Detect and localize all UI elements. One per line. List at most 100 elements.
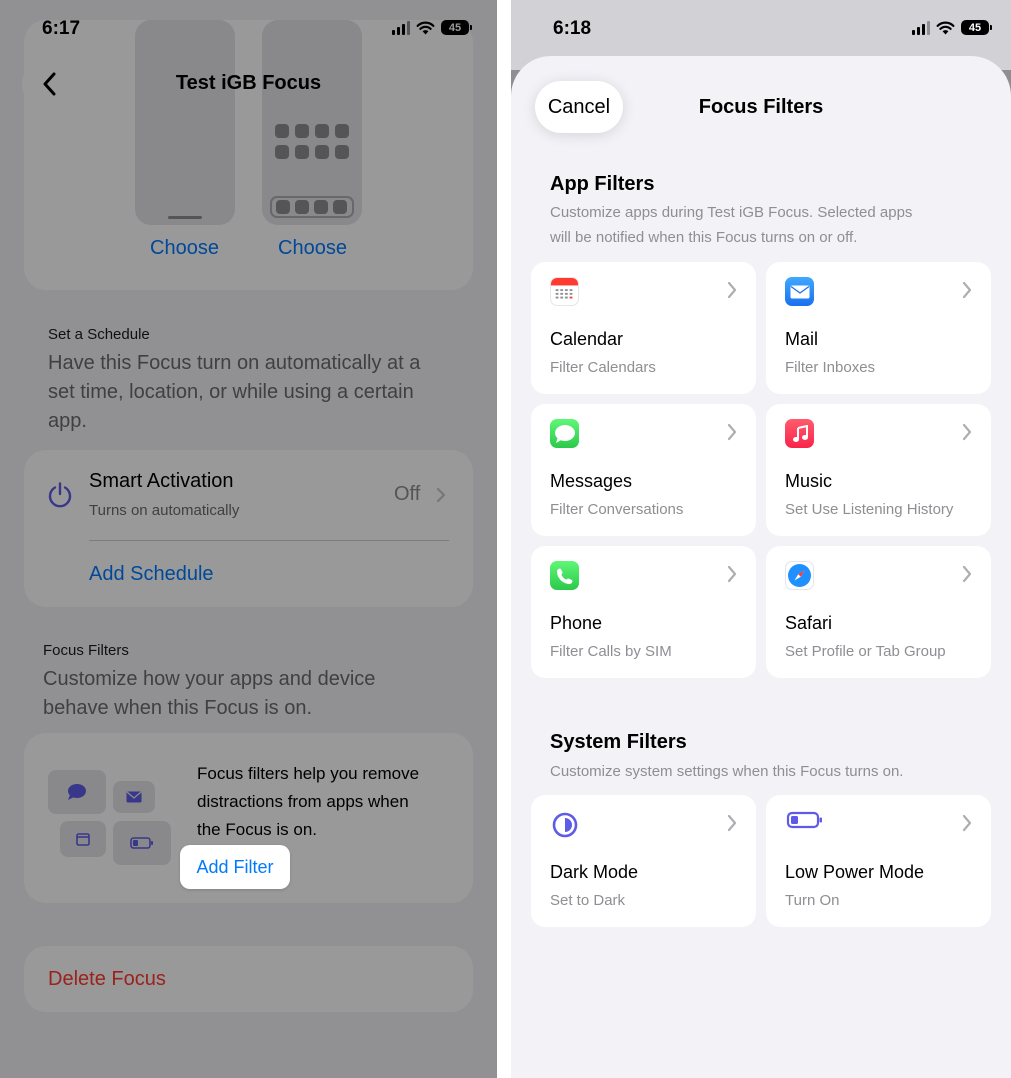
smart-activation-subtitle: Turns on automatically (89, 502, 240, 519)
chevron-right-icon (727, 814, 737, 832)
system-filters-heading: System Filters (550, 731, 687, 753)
tile-title: Safari (785, 613, 833, 633)
messages-filter-tile[interactable]: Messages Filter Conversations (531, 404, 756, 536)
add-filter-button[interactable]: Add Filter (180, 845, 290, 889)
tile-title: Low Power Mode (785, 862, 925, 882)
tile-title: Mail (785, 329, 819, 349)
tile-subtitle: Filter Calendars (550, 359, 656, 376)
focus-filters-screen: 6:18 45 Cancel Focus Filters App Filters (511, 0, 1011, 1078)
cellular-signal-icon (392, 20, 410, 35)
tile-title: Messages (550, 471, 633, 491)
status-time: 6:18 (553, 18, 592, 39)
chevron-right-icon (727, 281, 737, 299)
grid-app-icon (315, 145, 329, 159)
wifi-icon (936, 21, 955, 34)
grid-app-icon (275, 145, 289, 159)
chevron-right-icon (727, 423, 737, 441)
safari-icon (785, 561, 814, 590)
messages-mini-tile (48, 770, 106, 814)
focus-settings-screen: Choose Choose 6:17 45 Test iGB Focus Set… (0, 0, 497, 1078)
app-filters-heading: App Filters (550, 173, 655, 195)
status-bar: 6:17 45 (0, 0, 497, 56)
tile-subtitle: Turn On (785, 892, 840, 909)
battery-icon (785, 805, 825, 834)
grid-app-icon (335, 124, 349, 138)
mail-filter-tile[interactable]: Mail Filter Inboxes (766, 262, 991, 394)
tile-subtitle: Set Profile or Tab Group (785, 643, 946, 660)
grid-app-icon (275, 124, 289, 138)
focus-filters-card-text: Focus filters help you remove distractio… (197, 764, 420, 839)
low-power-mode-filter-tile[interactable]: Low Power Mode Turn On (766, 795, 991, 927)
dark-mode-filter-tile[interactable]: Dark Mode Set to Dark (531, 795, 756, 927)
status-bar: 6:18 45 (511, 0, 1011, 56)
safari-filter-tile[interactable]: Safari Set Profile or Tab Group (766, 546, 991, 678)
app-filters-description: Customize apps during Test iGB Focus. Se… (550, 204, 913, 246)
grid-app-icon (295, 145, 309, 159)
screen-preview-card (24, 20, 473, 290)
tile-title: Music (785, 471, 833, 491)
chevron-right-icon (962, 814, 972, 832)
chevron-right-icon (962, 423, 972, 441)
grid-app-icon (335, 145, 349, 159)
dark-mode-icon (550, 810, 579, 839)
focus-filters-description: Customize how your apps and device behav… (43, 668, 376, 719)
panel-separator (497, 0, 511, 1078)
schedule-heading: Set a Schedule (48, 326, 150, 343)
delete-focus-button[interactable]: Delete Focus (48, 968, 166, 991)
smart-activation-value: Off (394, 483, 421, 505)
tile-subtitle: Filter Inboxes (785, 359, 876, 376)
system-filters-description: Customize system settings when this Focu… (550, 763, 904, 780)
page-title: Test iGB Focus (175, 72, 322, 94)
schedule-description: Have this Focus turn on automatically at… (48, 352, 421, 432)
sheet-title: Focus Filters (698, 96, 824, 118)
status-time: 6:17 (42, 18, 81, 39)
message-bubble-icon (68, 784, 86, 800)
chevron-right-icon (436, 487, 446, 503)
dock-app-icon (276, 200, 290, 214)
phone-filter-tile[interactable]: Phone Filter Calls by SIM (531, 546, 756, 678)
tile-subtitle: Filter Calls by SIM (550, 643, 672, 660)
tile-title: Phone (550, 613, 603, 633)
calendar-filter-tile[interactable]: Calendar Filter Calendars (531, 262, 756, 394)
screenshot-canvas: Choose Choose 6:17 45 Test iGB Focus Set… (0, 0, 1011, 1078)
battery-icon: 45 (441, 20, 472, 35)
battery-small-icon (130, 837, 153, 849)
battery-level: 45 (448, 21, 462, 34)
battery-level: 45 (968, 21, 982, 34)
tile-title: Dark Mode (550, 862, 639, 882)
row-divider (89, 540, 449, 541)
tile-subtitle: Filter Conversations (550, 501, 684, 518)
chevron-right-icon (962, 281, 972, 299)
choose-lock-screen-link[interactable]: Choose (150, 237, 219, 260)
battery-mini-tile (113, 821, 171, 865)
power-icon (48, 482, 72, 508)
dock-app-icon (314, 200, 328, 214)
envelope-icon (126, 791, 142, 803)
tile-subtitle: Set to Dark (550, 892, 626, 909)
phone-icon (550, 561, 579, 590)
focus-filters-sheet: Cancel Focus Filters App Filters Customi… (511, 56, 1011, 1078)
wifi-icon (416, 21, 435, 34)
calendar-icon (550, 277, 579, 306)
smart-activation-title[interactable]: Smart Activation (89, 470, 234, 493)
dock-app-icon (295, 200, 309, 214)
mail-icon (785, 277, 814, 306)
focus-filters-heading: Focus Filters (43, 642, 129, 659)
music-filter-tile[interactable]: Music Set Use Listening History (766, 404, 991, 536)
add-schedule-button[interactable]: Add Schedule (89, 563, 214, 586)
tile-subtitle: Set Use Listening History (785, 501, 954, 518)
calendar-mini-tile (60, 821, 106, 857)
choose-home-screen-link[interactable]: Choose (278, 237, 347, 260)
grid-app-icon (315, 124, 329, 138)
mail-mini-tile (113, 781, 155, 813)
battery-icon: 45 (961, 20, 992, 35)
chevron-right-icon (962, 565, 972, 583)
grid-app-icon (295, 124, 309, 138)
messages-icon (550, 419, 579, 448)
cellular-signal-icon (912, 20, 930, 35)
dock-app-icon (333, 200, 347, 214)
chevron-right-icon (727, 565, 737, 583)
calendar-small-icon (76, 832, 90, 846)
music-icon (785, 419, 814, 448)
tile-title: Calendar (550, 329, 624, 349)
